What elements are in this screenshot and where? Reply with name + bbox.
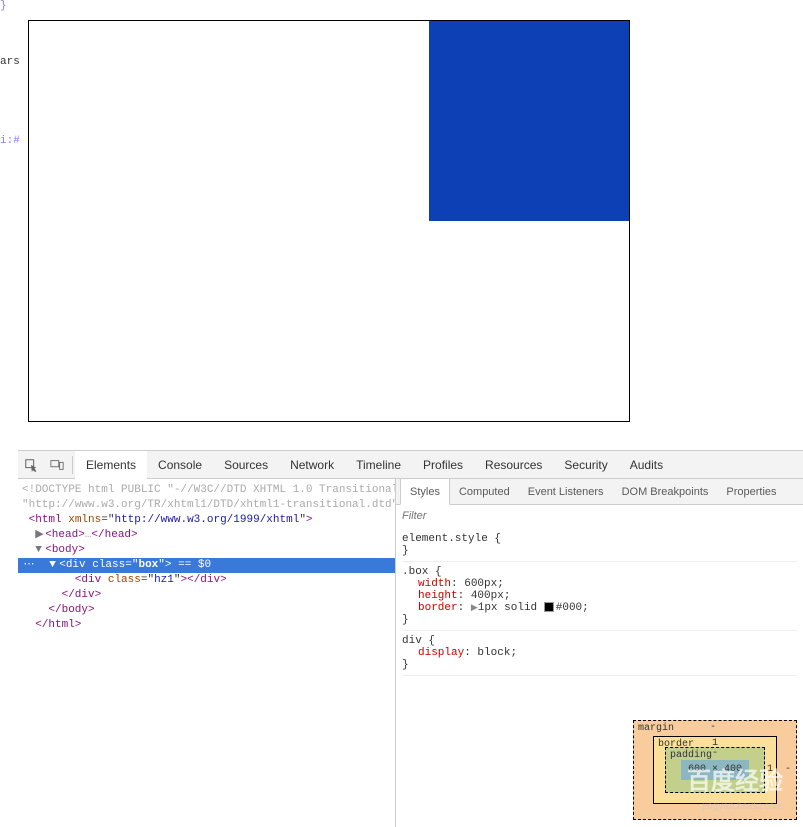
- gutter-fragment: }: [0, 0, 7, 12]
- dom-close-div[interactable]: </div>: [18, 588, 395, 603]
- subtab-dom-breakpoints[interactable]: DOM Breakpoints: [613, 479, 718, 505]
- styles-subtabs: Styles Computed Event Listeners DOM Brea…: [396, 479, 803, 505]
- devtools-tabbar: Elements Console Sources Network Timelin…: [18, 451, 803, 479]
- box-model-border-right: 1: [767, 764, 773, 775]
- tab-security[interactable]: Security: [553, 451, 618, 479]
- tab-resources[interactable]: Resources: [474, 451, 553, 479]
- box-model-margin-top: -: [710, 722, 716, 733]
- dom-doctype[interactable]: "http://www.w3.org/TR/xhtml1/DTD/xhtml1-…: [18, 498, 395, 513]
- box-model-margin-label: margin: [638, 723, 674, 734]
- rule-box[interactable]: .box { width: 600px; height: 400px; bord…: [402, 564, 797, 631]
- box-model-margin-right: -: [785, 764, 791, 775]
- devtools: Elements Console Sources Network Timelin…: [18, 450, 803, 826]
- gutter-fragment: ars: [0, 56, 20, 68]
- tab-console[interactable]: Console: [147, 451, 213, 479]
- styles-panel: Styles Computed Event Listeners DOM Brea…: [396, 479, 803, 827]
- subtab-styles[interactable]: Styles: [400, 479, 450, 505]
- watermark-sub: jingyan.baidu.com: [702, 801, 783, 812]
- tab-elements[interactable]: Elements: [75, 451, 147, 479]
- tab-sources[interactable]: Sources: [213, 451, 279, 479]
- preview-box: [28, 20, 630, 422]
- tab-audits[interactable]: Audits: [619, 451, 674, 479]
- dom-head[interactable]: ▶<head>…</head>: [18, 528, 395, 543]
- box-model-padding-top: -: [712, 748, 718, 759]
- box-model-content: 600 × 400: [681, 760, 749, 780]
- subtab-properties[interactable]: Properties: [717, 479, 785, 505]
- toolbar-separator: [72, 456, 73, 474]
- tab-profiles[interactable]: Profiles: [412, 451, 474, 479]
- styles-filter-input[interactable]: [396, 505, 803, 527]
- device-toolbar-icon[interactable]: [44, 451, 70, 479]
- rule-element-style[interactable]: element.style { }: [402, 531, 797, 562]
- inspect-icon[interactable]: [18, 451, 44, 479]
- tab-network[interactable]: Network: [279, 451, 345, 479]
- color-swatch-icon[interactable]: [544, 602, 554, 612]
- gutter-fragment: i:#: [0, 135, 20, 147]
- subtab-computed[interactable]: Computed: [450, 479, 519, 505]
- subtab-event-listeners[interactable]: Event Listeners: [519, 479, 613, 505]
- page-preview: [20, 0, 803, 450]
- dom-html-open[interactable]: <html xmlns="http://www.w3.org/1999/xhtm…: [18, 513, 395, 528]
- elements-panel[interactable]: <!DOCTYPE html PUBLIC "-//W3C//DTD XHTML…: [18, 479, 396, 827]
- devtools-panels: <!DOCTYPE html PUBLIC "-//W3C//DTD XHTML…: [18, 479, 803, 827]
- tab-timeline[interactable]: Timeline: [345, 451, 412, 479]
- dom-doctype[interactable]: <!DOCTYPE html PUBLIC "-//W3C//DTD XHTML…: [18, 483, 395, 498]
- editor-gutter: } ars i:#: [0, 0, 18, 450]
- dom-selected-div[interactable]: ⋯ ▼<div class="box"> == $0: [18, 558, 395, 573]
- preview-inner-box: [429, 21, 629, 221]
- rule-div[interactable]: div { display: block; }: [402, 633, 797, 676]
- dom-close-body[interactable]: </body>: [18, 603, 395, 618]
- styles-filter-row: [396, 505, 803, 527]
- dom-child-div[interactable]: <div class="hz1"></div>: [18, 573, 395, 588]
- dom-body-open[interactable]: ▼<body>: [18, 543, 395, 558]
- dom-close-html[interactable]: </html>: [18, 618, 395, 633]
